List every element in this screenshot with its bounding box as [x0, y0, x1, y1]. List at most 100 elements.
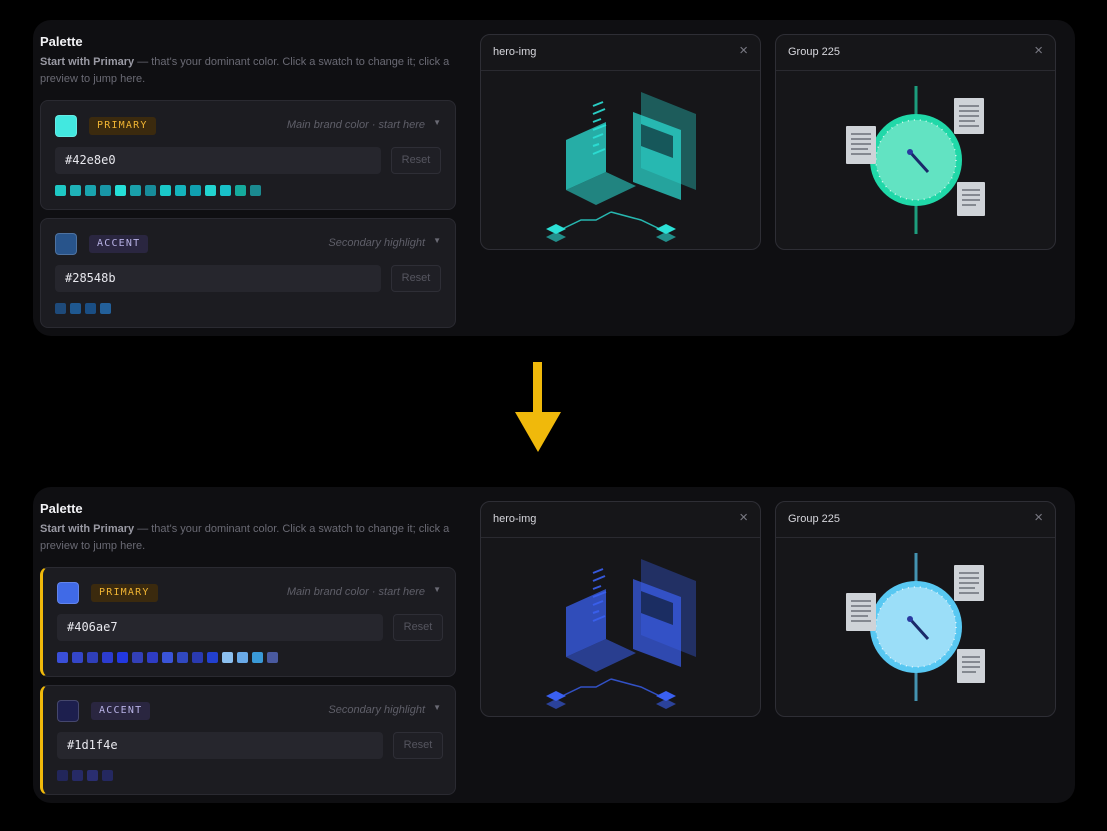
shade-chip[interactable] — [115, 185, 126, 196]
group-225-preview[interactable]: Group 225 × — [775, 501, 1056, 717]
shade-chip[interactable] — [72, 652, 83, 663]
shade-chip[interactable] — [175, 185, 186, 196]
document-icon — [954, 98, 984, 134]
shade-chip[interactable] — [55, 303, 66, 314]
shade-chip[interactable] — [132, 652, 143, 663]
preview-title: hero-img — [493, 513, 537, 525]
accent-color-card[interactable]: ACCENT Secondary highlight ▼ #28548b Res… — [40, 218, 456, 328]
accent-reset-button[interactable]: Reset — [391, 265, 441, 292]
chevron-down-icon[interactable]: ▼ — [433, 585, 441, 594]
shade-chip[interactable] — [117, 652, 128, 663]
shade-chip[interactable] — [145, 185, 156, 196]
shade-chip[interactable] — [222, 652, 233, 663]
palette-description-strong: Start with Primary — [40, 56, 135, 68]
primary-swatch[interactable] — [55, 115, 77, 137]
primary-hex-input[interactable]: #42e8e0 — [55, 147, 381, 174]
accent-reset-button[interactable]: Reset — [393, 732, 443, 759]
chevron-down-icon[interactable]: ▼ — [433, 703, 441, 712]
accent-color-card[interactable]: ACCENT Secondary highlight ▼ #1d1f4e Res… — [40, 685, 456, 795]
palette-description: Start with Primary — that's your dominan… — [40, 54, 456, 88]
browser-window-shape — [633, 92, 696, 200]
primary-color-card[interactable]: PRIMARY Main brand color · start here ▼ … — [40, 100, 456, 210]
accent-swatch[interactable] — [55, 233, 77, 255]
shade-chip[interactable] — [55, 185, 66, 196]
document-icon — [957, 649, 985, 683]
primary-role-label: PRIMARY — [89, 117, 156, 135]
shade-chip[interactable] — [130, 185, 141, 196]
compass-needle-tip-shape — [907, 149, 913, 155]
chevron-down-icon[interactable]: ▼ — [433, 236, 441, 245]
close-icon[interactable]: × — [739, 43, 748, 59]
primary-hex-input[interactable]: #406ae7 — [57, 614, 383, 641]
shade-chip[interactable] — [207, 652, 218, 663]
primary-reset-button[interactable]: Reset — [393, 614, 443, 641]
close-icon[interactable]: × — [1034, 43, 1043, 59]
shade-chip[interactable] — [190, 185, 201, 196]
shade-chip[interactable] — [177, 652, 188, 663]
shade-chip[interactable] — [87, 652, 98, 663]
hero-img-preview[interactable]: hero-img × — [480, 501, 761, 717]
accent-hint: Secondary highlight — [328, 237, 425, 249]
shade-chip[interactable] — [57, 652, 68, 663]
shade-chip[interactable] — [87, 770, 98, 781]
shade-chip[interactable] — [147, 652, 158, 663]
primary-reset-button[interactable]: Reset — [391, 147, 441, 174]
shade-chip[interactable] — [235, 185, 246, 196]
shade-chip[interactable] — [102, 652, 113, 663]
preview-title: Group 225 — [788, 513, 840, 525]
group-225-preview[interactable]: Group 225 × — [775, 34, 1056, 250]
accent-shade-ramp[interactable] — [55, 303, 111, 314]
primary-hint: Main brand color · start here — [286, 119, 425, 131]
primary-shade-ramp[interactable] — [55, 185, 261, 196]
shade-chip[interactable] — [237, 652, 248, 663]
preview-title: Group 225 — [788, 46, 840, 58]
shade-chip[interactable] — [85, 303, 96, 314]
hero-img-preview[interactable]: hero-img × — [480, 34, 761, 250]
palette-description: Start with Primary — that's your dominan… — [40, 521, 456, 555]
shade-chip[interactable] — [220, 185, 231, 196]
hero-illustration — [546, 92, 696, 242]
chevron-down-icon[interactable]: ▼ — [433, 118, 441, 127]
shade-chip[interactable] — [70, 303, 81, 314]
close-icon[interactable]: × — [1034, 510, 1043, 526]
shade-chip[interactable] — [205, 185, 216, 196]
connector-lines-shape — [555, 678, 667, 700]
shade-chip[interactable] — [162, 652, 173, 663]
arrow-down-icon — [515, 362, 561, 452]
shade-chip[interactable] — [72, 770, 83, 781]
preview-header: Group 225 × — [776, 502, 1055, 538]
close-icon[interactable]: × — [739, 510, 748, 526]
shade-chip[interactable] — [70, 185, 81, 196]
browser-window-shape — [633, 559, 696, 667]
compass-needle-tip-shape — [907, 616, 913, 622]
compass-illustration — [846, 553, 985, 701]
preview-title: hero-img — [493, 46, 537, 58]
accent-hex-input[interactable]: #1d1f4e — [57, 732, 383, 759]
shade-chip[interactable] — [85, 185, 96, 196]
accent-swatch[interactable] — [57, 700, 79, 722]
shade-chip[interactable] — [100, 303, 111, 314]
primary-swatch[interactable] — [57, 582, 79, 604]
accent-shade-ramp[interactable] — [57, 770, 113, 781]
shade-chip[interactable] — [192, 652, 203, 663]
palette-panel-after: Palette Start with Primary — that's your… — [33, 487, 1075, 803]
preview-header: Group 225 × — [776, 35, 1055, 71]
preview-header: hero-img × — [481, 35, 760, 71]
shade-chip[interactable] — [252, 652, 263, 663]
primary-color-card[interactable]: PRIMARY Main brand color · start here ▼ … — [40, 567, 456, 677]
shade-chip[interactable] — [250, 185, 261, 196]
compass-illustration — [846, 86, 985, 234]
preview-header: hero-img × — [481, 502, 760, 538]
shade-chip[interactable] — [102, 770, 113, 781]
primary-hint: Main brand color · start here — [286, 586, 425, 598]
shade-chip[interactable] — [267, 652, 278, 663]
shade-chip[interactable] — [160, 185, 171, 196]
accent-hex-input[interactable]: #28548b — [55, 265, 381, 292]
document-icon — [846, 593, 876, 631]
document-icon — [957, 182, 985, 216]
primary-shade-ramp[interactable] — [57, 652, 278, 663]
palette-description-strong: Start with Primary — [40, 523, 135, 535]
shade-chip[interactable] — [57, 770, 68, 781]
shade-chip[interactable] — [100, 185, 111, 196]
accent-hint: Secondary highlight — [328, 704, 425, 716]
